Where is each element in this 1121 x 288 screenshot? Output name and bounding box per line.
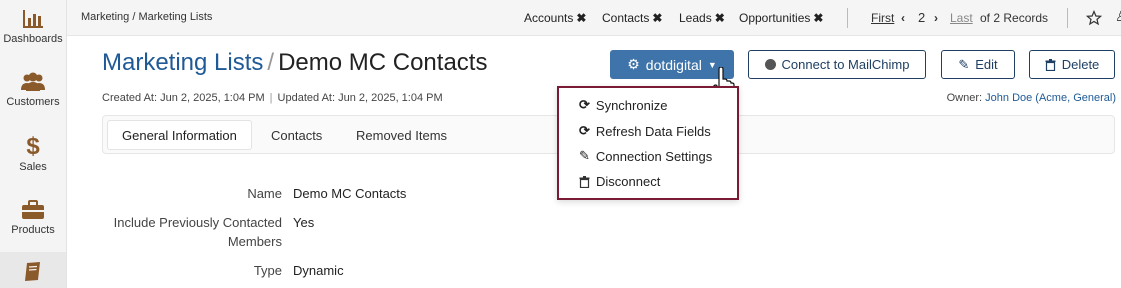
top-bar: Marketing / Marketing Lists Accounts ✖ Co… — [67, 0, 1121, 36]
pager-summary: of 2 Records — [980, 11, 1049, 25]
sidebar-item-products[interactable]: Products — [0, 199, 66, 236]
edit-button[interactable]: ✎ Edit — [941, 50, 1015, 79]
dollar-icon: $ — [26, 133, 40, 160]
page-title: Marketing Lists / Demo MC Contacts — [102, 49, 487, 77]
pager-last[interactable]: Last — [950, 11, 973, 25]
field-label-type: Type — [253, 263, 282, 278]
mailchimp-icon — [764, 59, 776, 70]
title-separator: / — [267, 49, 275, 76]
field-label-name: Name — [247, 186, 282, 201]
star-icon[interactable] — [1086, 10, 1102, 26]
sidebar-item-label: Products — [11, 224, 55, 236]
menu-item-synchronize[interactable]: ⟳ Synchronize — [579, 97, 667, 113]
sidebar-item-label: Dashboards — [3, 33, 63, 45]
updated-at: Updated At: Jun 2, 2025, 1:04 PM — [277, 92, 443, 104]
menu-item-label: Disconnect — [596, 174, 661, 189]
refresh-icon: ⟳ — [579, 123, 590, 138]
edit-icon: ✎ — [958, 56, 970, 72]
sidebar-item-sales[interactable]: $ Sales — [0, 133, 66, 174]
recent-tab-label: Leads — [679, 11, 712, 25]
delete-button[interactable]: Delete — [1029, 50, 1115, 79]
menu-item-label: Synchronize — [595, 97, 668, 113]
close-icon[interactable]: ✖ — [652, 11, 662, 25]
breadcrumb[interactable]: Marketing / Marketing Lists — [81, 11, 212, 23]
gear-icon: ⚙ — [627, 56, 640, 72]
delete-button-label: Delete — [1061, 57, 1100, 72]
divider — [1067, 8, 1068, 28]
chevron-left-icon[interactable]: ‹ — [901, 11, 905, 25]
tab-general-information[interactable]: General Information — [107, 120, 252, 150]
sidebar-item-label: Customers — [6, 96, 60, 108]
field-label-line: Include Previously Contacted — [113, 215, 282, 230]
close-icon[interactable]: ✖ — [813, 11, 823, 25]
connect-mailchimp-label: Connect to MailChimp — [781, 57, 910, 72]
field-label-line: Members — [227, 234, 282, 249]
created-at: Created At: Jun 2, 2025, 1:04 PM — [102, 92, 265, 104]
user-icon[interactable]: ♙ — [1115, 8, 1121, 25]
dotdigital-dropdown-menu: ⟳ Synchronize ⟳ Refresh Data Fields ✎ Co… — [557, 86, 739, 200]
recent-tab-label: Accounts — [524, 11, 574, 25]
dotdigital-button-label: dotdigital — [645, 56, 702, 73]
book-icon — [25, 262, 40, 281]
menu-item-disconnect[interactable]: Disconnect — [579, 174, 660, 189]
sidebar: Dashboards Customers $ Sales Products — [0, 0, 67, 288]
users-icon — [21, 72, 45, 91]
chevron-right-icon[interactable]: › — [934, 11, 938, 25]
sync-icon: ⟳ — [579, 97, 590, 112]
menu-item-connection-settings[interactable]: ✎ Connection Settings — [579, 148, 712, 164]
trash-icon — [579, 175, 590, 188]
menu-item-refresh-data-fields[interactable]: ⟳ Refresh Data Fields — [579, 123, 711, 139]
tab-removed-items[interactable]: Removed Items — [342, 120, 461, 150]
recent-tab-label: Contacts — [602, 11, 650, 25]
briefcase-icon — [22, 200, 44, 219]
sidebar-item-dashboards[interactable]: Dashboards — [0, 8, 66, 45]
field-value-include-previously-contacted: Yes — [293, 215, 315, 230]
edit-button-label: Edit — [975, 57, 998, 72]
close-icon[interactable]: ✖ — [715, 11, 725, 25]
record-owner: Owner: John Doe (Acme, General) — [947, 92, 1116, 104]
field-value-type: Dynamic — [293, 263, 344, 278]
field-label-include-previously-contacted: Include Previously Contacted Members — [114, 213, 282, 251]
bar-chart-icon — [23, 10, 43, 28]
menu-item-label: Refresh Data Fields — [595, 123, 711, 139]
recent-tab-contacts[interactable]: Contacts ✖ — [602, 11, 662, 25]
close-icon[interactable]: ✖ — [576, 11, 586, 25]
title-record-name: Demo MC Contacts — [278, 49, 488, 76]
sidebar-item-marketing[interactable] — [0, 252, 66, 288]
pager-first[interactable]: First — [871, 11, 894, 25]
trash-icon — [1045, 58, 1056, 71]
owner-label: Owner: — [946, 92, 983, 104]
recent-tab-leads[interactable]: Leads ✖ — [679, 11, 725, 25]
record-timestamps: Created At: Jun 2, 2025, 1:04 PM | Updated… — [102, 92, 443, 104]
connect-mailchimp-button[interactable]: Connect to MailChimp — [748, 50, 926, 79]
recent-tab-opportunities[interactable]: Opportunities ✖ — [739, 11, 823, 25]
tab-contacts[interactable]: Contacts — [257, 120, 336, 150]
owner-link[interactable]: John Doe (Acme, General) — [985, 92, 1116, 104]
sidebar-item-customers[interactable]: Customers — [0, 71, 66, 108]
edit-icon: ✎ — [579, 148, 590, 163]
sidebar-item-label: Sales — [19, 161, 47, 173]
menu-item-label: Connection Settings — [595, 148, 713, 164]
recent-tab-accounts[interactable]: Accounts ✖ — [524, 11, 586, 25]
divider — [847, 8, 848, 28]
title-parent-link[interactable]: Marketing Lists — [102, 49, 263, 76]
pager-page-number: 2 — [918, 10, 926, 25]
recent-tab-label: Opportunities — [739, 11, 811, 25]
field-value-name: Demo MC Contacts — [293, 186, 407, 201]
